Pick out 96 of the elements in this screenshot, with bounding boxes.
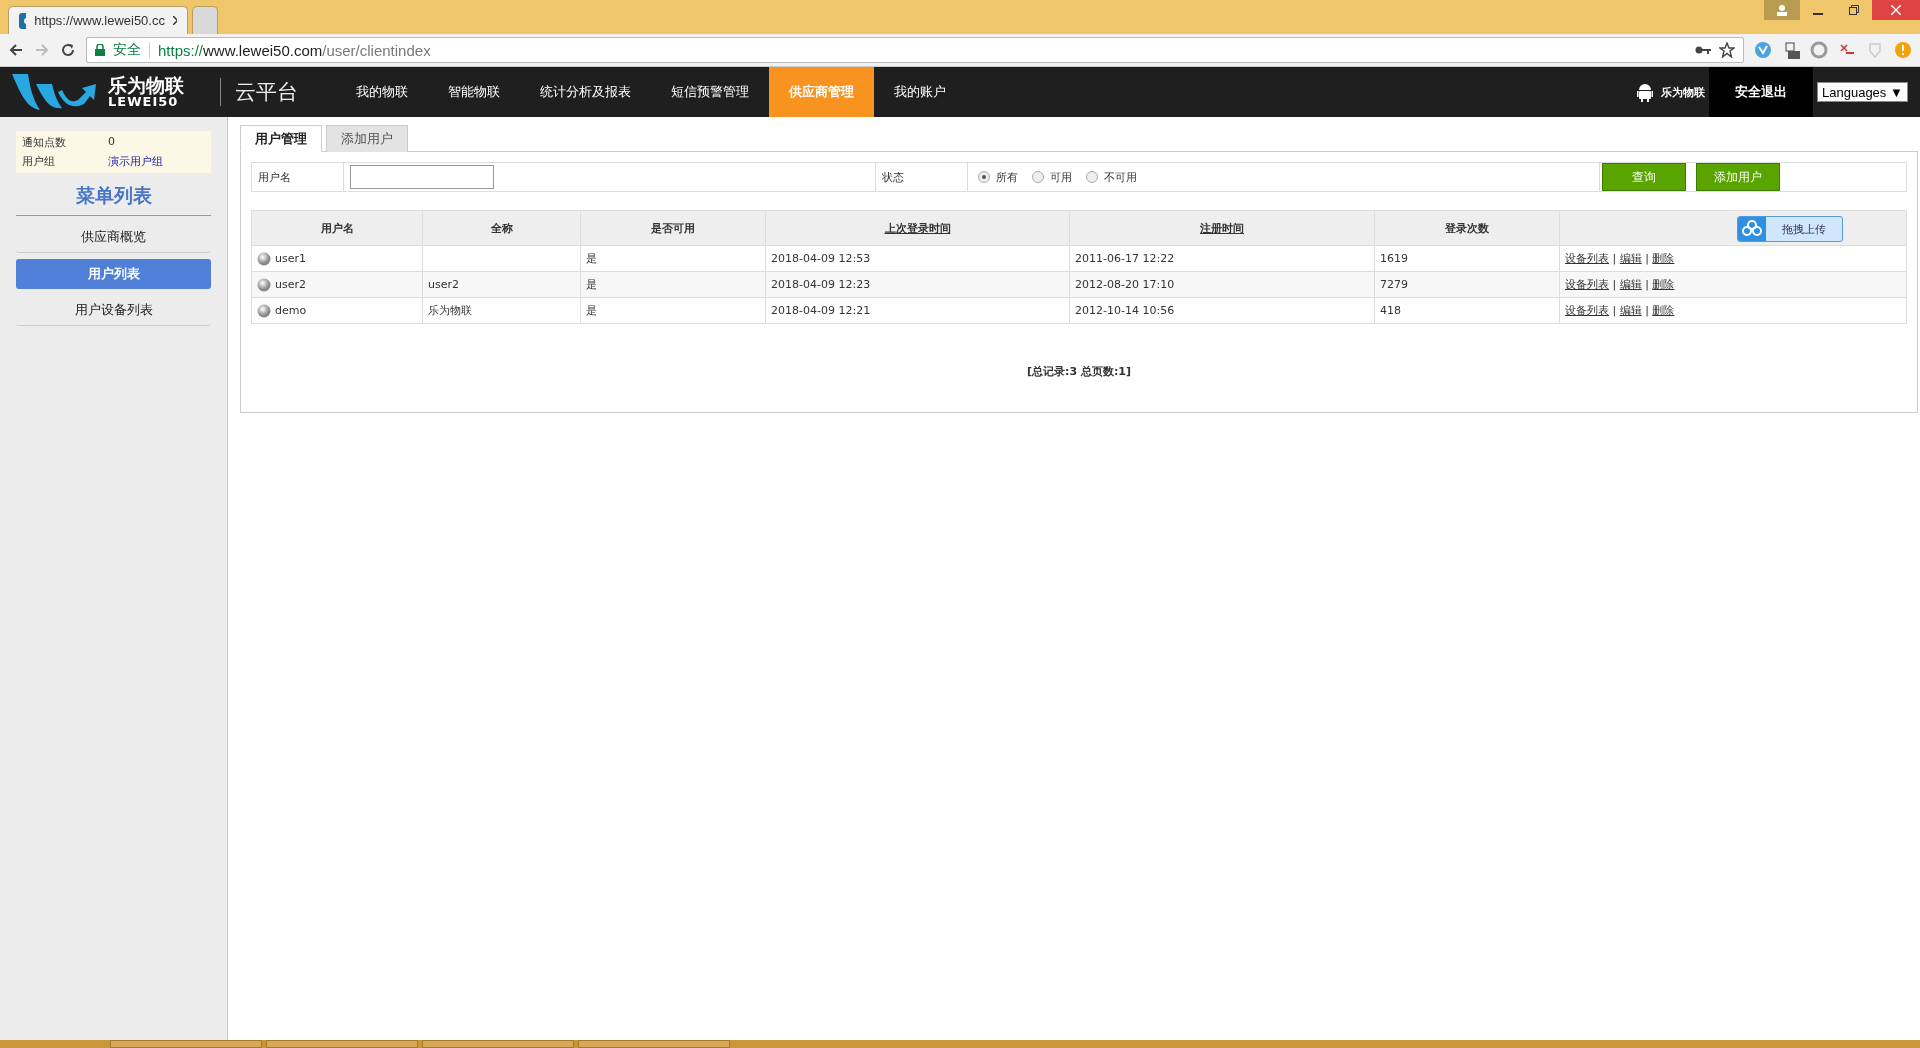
action-link[interactable]: 删除 xyxy=(1652,278,1675,291)
browser-tab[interactable] xyxy=(192,6,218,34)
username-text: user1 xyxy=(275,252,306,265)
reload-icon[interactable] xyxy=(60,42,76,58)
extension-icon[interactable] xyxy=(1754,41,1772,59)
android-icon[interactable] xyxy=(1637,82,1653,102)
status-radio[interactable] xyxy=(1086,171,1098,183)
column-header[interactable]: 注册时间 xyxy=(1069,210,1375,246)
username-text: demo xyxy=(275,304,307,317)
table-cell: 2011-06-17 12:22 xyxy=(1069,245,1375,272)
address-bar[interactable]: 安全 https://www.lewei50.com/user/clientindex xyxy=(86,37,1744,63)
action-link[interactable]: 设备列表 xyxy=(1565,252,1609,265)
table-cell: 1619 xyxy=(1374,245,1560,272)
security-label: 安全 xyxy=(113,41,141,59)
url-text: https://www.lewei50.com/user/clientindex xyxy=(158,41,431,59)
restore-icon[interactable] xyxy=(1849,5,1859,15)
field-label: 用户名 xyxy=(258,169,291,185)
nav-item[interactable]: 统计分析及报表 xyxy=(520,67,651,117)
logo-latin: LEWEI50 xyxy=(108,95,179,108)
logout-link[interactable]: 安全退出 xyxy=(1709,67,1813,117)
table-cell: 2018-04-09 12:53 xyxy=(765,245,1070,272)
table-cell: 2018-04-09 12:21 xyxy=(765,297,1070,324)
table-cell: 2012-10-14 10:56 xyxy=(1069,297,1375,324)
language-select[interactable]: Languages ▼ xyxy=(1817,82,1908,102)
taskbar-item[interactable] xyxy=(578,1040,730,1048)
sidebar-item[interactable]: 用户设备列表 xyxy=(16,295,211,326)
sidebar-item[interactable]: 用户列表 xyxy=(16,259,211,289)
alert-icon[interactable] xyxy=(1894,41,1912,59)
username-text: user2 xyxy=(275,278,306,291)
menu-title: 菜单列表 xyxy=(16,173,211,216)
column-header: 全称 xyxy=(422,210,581,246)
separator-text: | xyxy=(1611,278,1618,291)
tab[interactable]: 添加用户 xyxy=(326,125,408,152)
extension-icon[interactable] xyxy=(1782,41,1800,59)
radio-label: 不可用 xyxy=(1104,169,1137,185)
status-icon xyxy=(257,277,271,292)
radio-label: 所有 xyxy=(996,169,1018,185)
separator-text: | xyxy=(1611,252,1618,265)
sidebar-item[interactable]: 供应商概览 xyxy=(16,222,211,253)
upload-widget[interactable]: 拖拽上传 xyxy=(1737,216,1843,242)
separator-text: | xyxy=(1611,304,1618,317)
action-link[interactable]: 编辑 xyxy=(1619,278,1642,291)
table-cell: 418 xyxy=(1374,297,1560,324)
table-cell: 2018-04-09 12:23 xyxy=(765,271,1070,298)
table-cell: 2012-08-20 17:10 xyxy=(1069,271,1375,298)
action-link[interactable]: 设备列表 xyxy=(1565,278,1609,291)
field-label: 状态 xyxy=(882,169,904,185)
action-link[interactable]: 删除 xyxy=(1652,304,1675,317)
logo-name: 乐为物联 xyxy=(108,76,184,95)
action-link[interactable]: 删除 xyxy=(1652,252,1675,265)
table-cell: 7279 xyxy=(1374,271,1560,298)
status-icon xyxy=(257,251,271,266)
info-label: 通知点数 xyxy=(22,135,67,150)
tab-title: https://www.lewei50.cc xyxy=(34,13,165,28)
action-link[interactable]: 编辑 xyxy=(1619,304,1642,317)
status-icon xyxy=(257,303,271,318)
product-name: 云平台 xyxy=(220,78,298,106)
taskbar-item[interactable] xyxy=(266,1040,418,1048)
browser-tab[interactable]: https://www.lewei50.cc xyxy=(8,6,188,34)
action-link[interactable]: 编辑 xyxy=(1619,252,1642,265)
taskbar-item[interactable] xyxy=(422,1040,574,1048)
info-value: 0 xyxy=(108,135,116,150)
column-header: 用户名 xyxy=(251,210,423,246)
table-cell: 是 xyxy=(580,297,766,324)
username-field[interactable] xyxy=(350,165,494,189)
back-icon[interactable] xyxy=(8,42,24,58)
action-link[interactable]: 设备列表 xyxy=(1565,304,1609,317)
app-label[interactable]: 乐为物联 xyxy=(1661,84,1705,100)
taskbar-item[interactable] xyxy=(110,1040,262,1048)
tab[interactable]: 用户管理 xyxy=(240,125,322,152)
cloud-icon xyxy=(1738,217,1766,241)
nav-item[interactable]: 智能物联 xyxy=(428,67,520,117)
radio-label: 可用 xyxy=(1050,169,1072,185)
separator-text: | xyxy=(1644,278,1650,291)
info-label: 用户组 xyxy=(22,154,56,169)
column-header[interactable]: 上次登录时间 xyxy=(765,210,1070,246)
column-header: 是否可用 xyxy=(580,210,766,246)
table-cell: user2 xyxy=(422,271,581,298)
key-icon[interactable] xyxy=(1695,45,1711,55)
forward-icon[interactable] xyxy=(34,42,50,58)
status-radio[interactable] xyxy=(978,171,990,183)
user-icon[interactable] xyxy=(1776,4,1788,16)
status-radio[interactable] xyxy=(1032,171,1044,183)
separator-text: | xyxy=(1644,252,1650,265)
pager-text: [总记录:3 总页数:1] xyxy=(1026,364,1132,379)
lock-icon xyxy=(95,44,105,56)
separator-text: | xyxy=(1644,304,1650,317)
column-header: 登录次数 xyxy=(1374,210,1560,246)
table-cell: 乐为物联 xyxy=(422,297,581,324)
table-cell: 是 xyxy=(580,245,766,272)
nav-item[interactable]: 我的账户 xyxy=(874,67,966,117)
nav-item[interactable]: 短信预警管理 xyxy=(651,67,769,117)
nav-item[interactable]: 我的物联 xyxy=(336,67,428,117)
info-link[interactable]: 演示用户组 xyxy=(108,154,205,169)
table-cell: 是 xyxy=(580,271,766,298)
star-icon[interactable] xyxy=(1719,42,1735,58)
